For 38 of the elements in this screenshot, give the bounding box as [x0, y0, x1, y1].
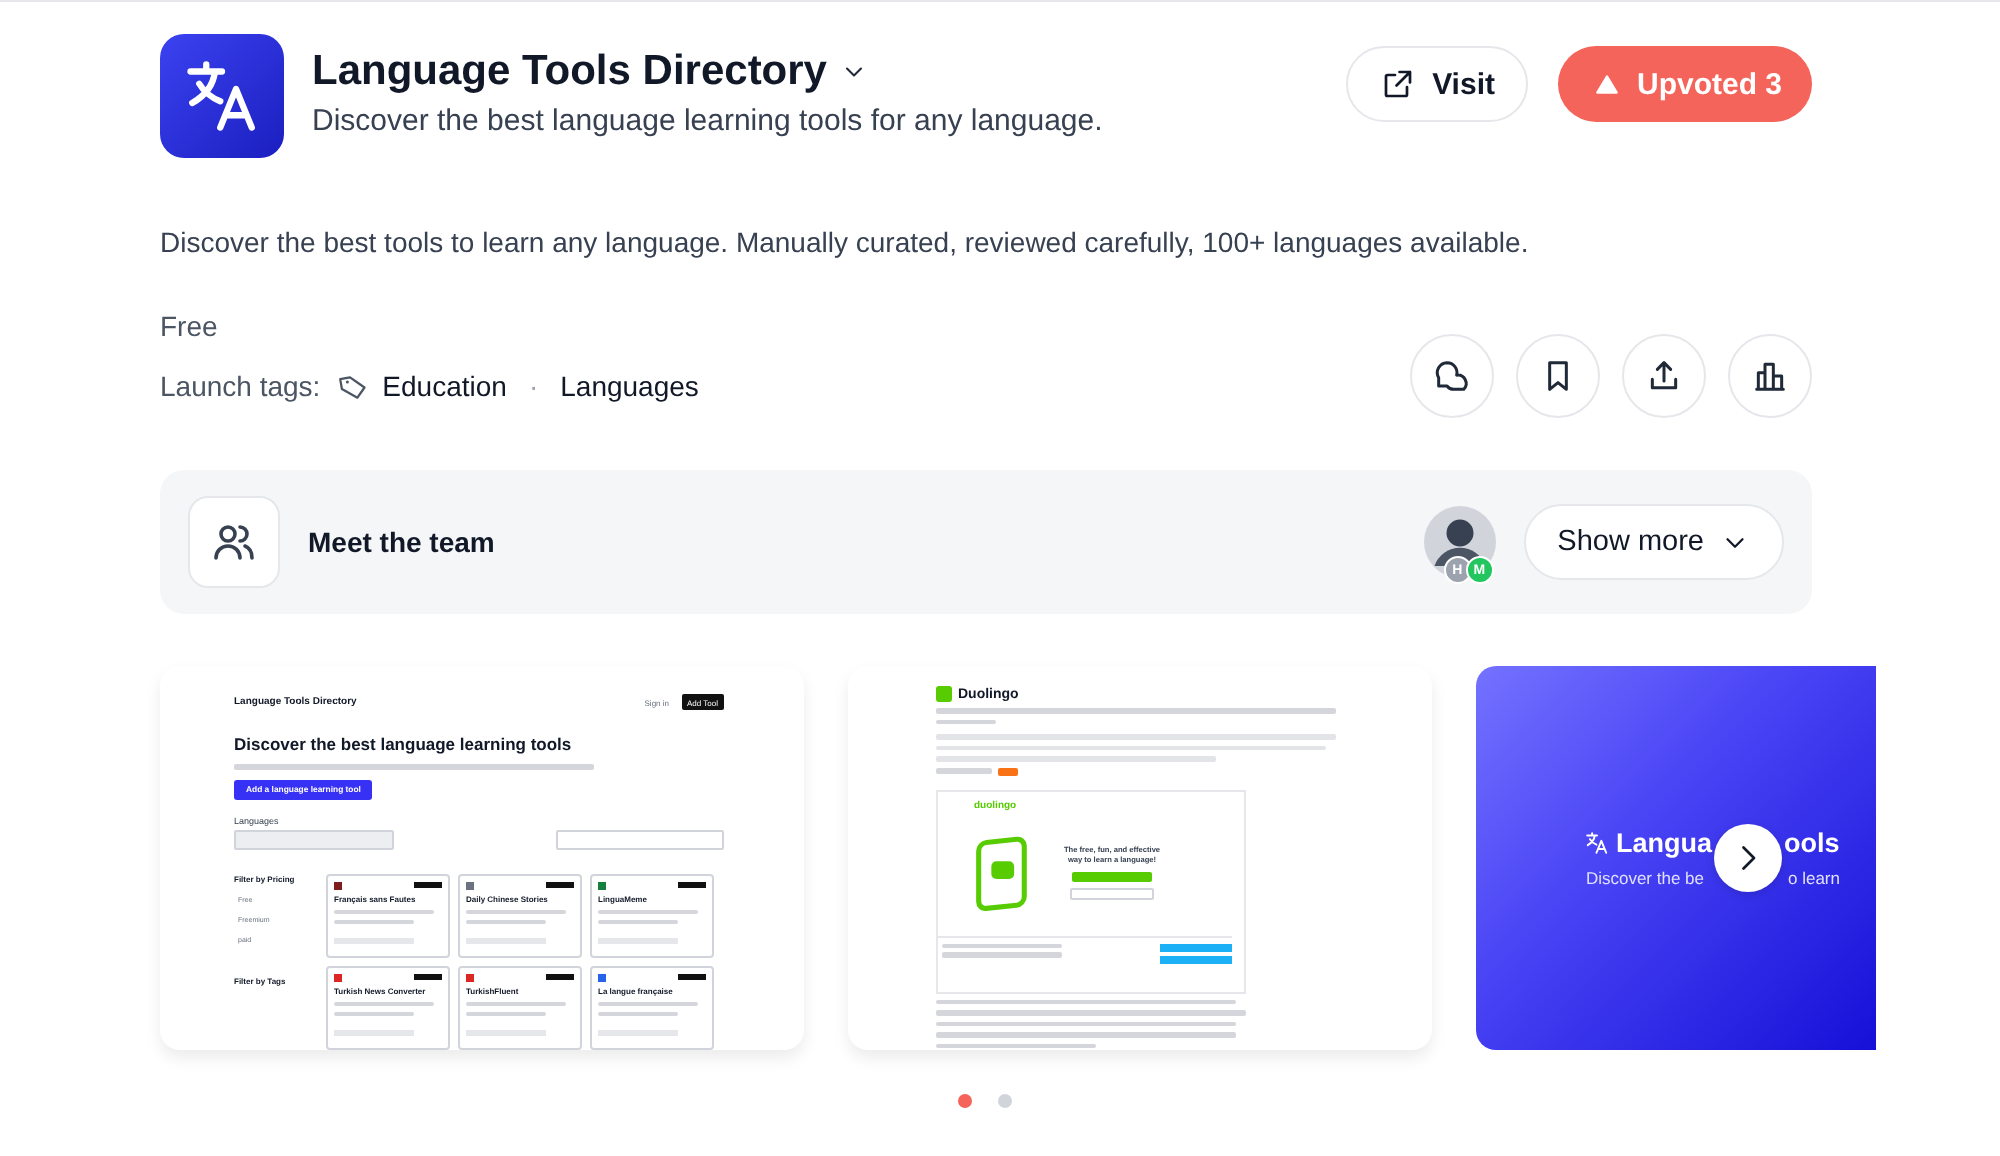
product-tagline: Discover the best language learning tools for any language.: [312, 103, 1105, 137]
featured-badge: [414, 881, 442, 888]
pricing-label: Free: [160, 310, 220, 342]
product-description: Discover the best tools to learn any language. Manually curated, reviewed carefully, 100+ languages available.: [160, 226, 1531, 258]
external-link-icon: [1380, 66, 1417, 102]
separator-dot: ·: [528, 370, 539, 402]
next-slide-button[interactable]: [1714, 824, 1782, 892]
stats-button[interactable]: [1728, 334, 1812, 418]
page-heading: Discover the best language learning tools: [234, 734, 574, 754]
tag-link[interactable]: Languages: [560, 370, 699, 402]
comment-button[interactable]: [1410, 334, 1494, 418]
share-button[interactable]: [1622, 334, 1706, 418]
triangle-icon: [1594, 71, 1621, 97]
product-name: Language Tools Directory: [312, 47, 827, 95]
tag-icon: [338, 371, 369, 401]
featured-badge: [546, 973, 574, 980]
banner-subtitle: Discover the be: [1585, 867, 1704, 888]
banner-subtitle: o learn: [1788, 867, 1842, 888]
show-more-button[interactable]: Show more: [1523, 504, 1784, 580]
featured-badge: [678, 973, 706, 980]
carousel-dot[interactable]: [958, 1094, 972, 1108]
tag-link[interactable]: Education: [382, 370, 507, 402]
bookmark-button[interactable]: [1516, 334, 1600, 418]
launch-tags-label: Launch tags:: [160, 370, 321, 402]
people-icon: [188, 496, 280, 588]
visit-button[interactable]: Visit: [1346, 46, 1529, 122]
banner-title: ools: [1784, 828, 1842, 859]
app-logo-icon: [936, 686, 952, 702]
featured-badge: [678, 881, 706, 888]
translate-icon: [1583, 830, 1610, 857]
featured-badge: [546, 881, 574, 888]
comment-icon: [1432, 356, 1472, 396]
carousel-dot[interactable]: [998, 1094, 1012, 1108]
translate-logo-icon: [160, 34, 284, 158]
team-title: Meet the team: [308, 526, 497, 558]
date-badge: [998, 767, 1018, 775]
banner-title: Langua: [1615, 828, 1712, 859]
featured-badge: [414, 973, 442, 980]
